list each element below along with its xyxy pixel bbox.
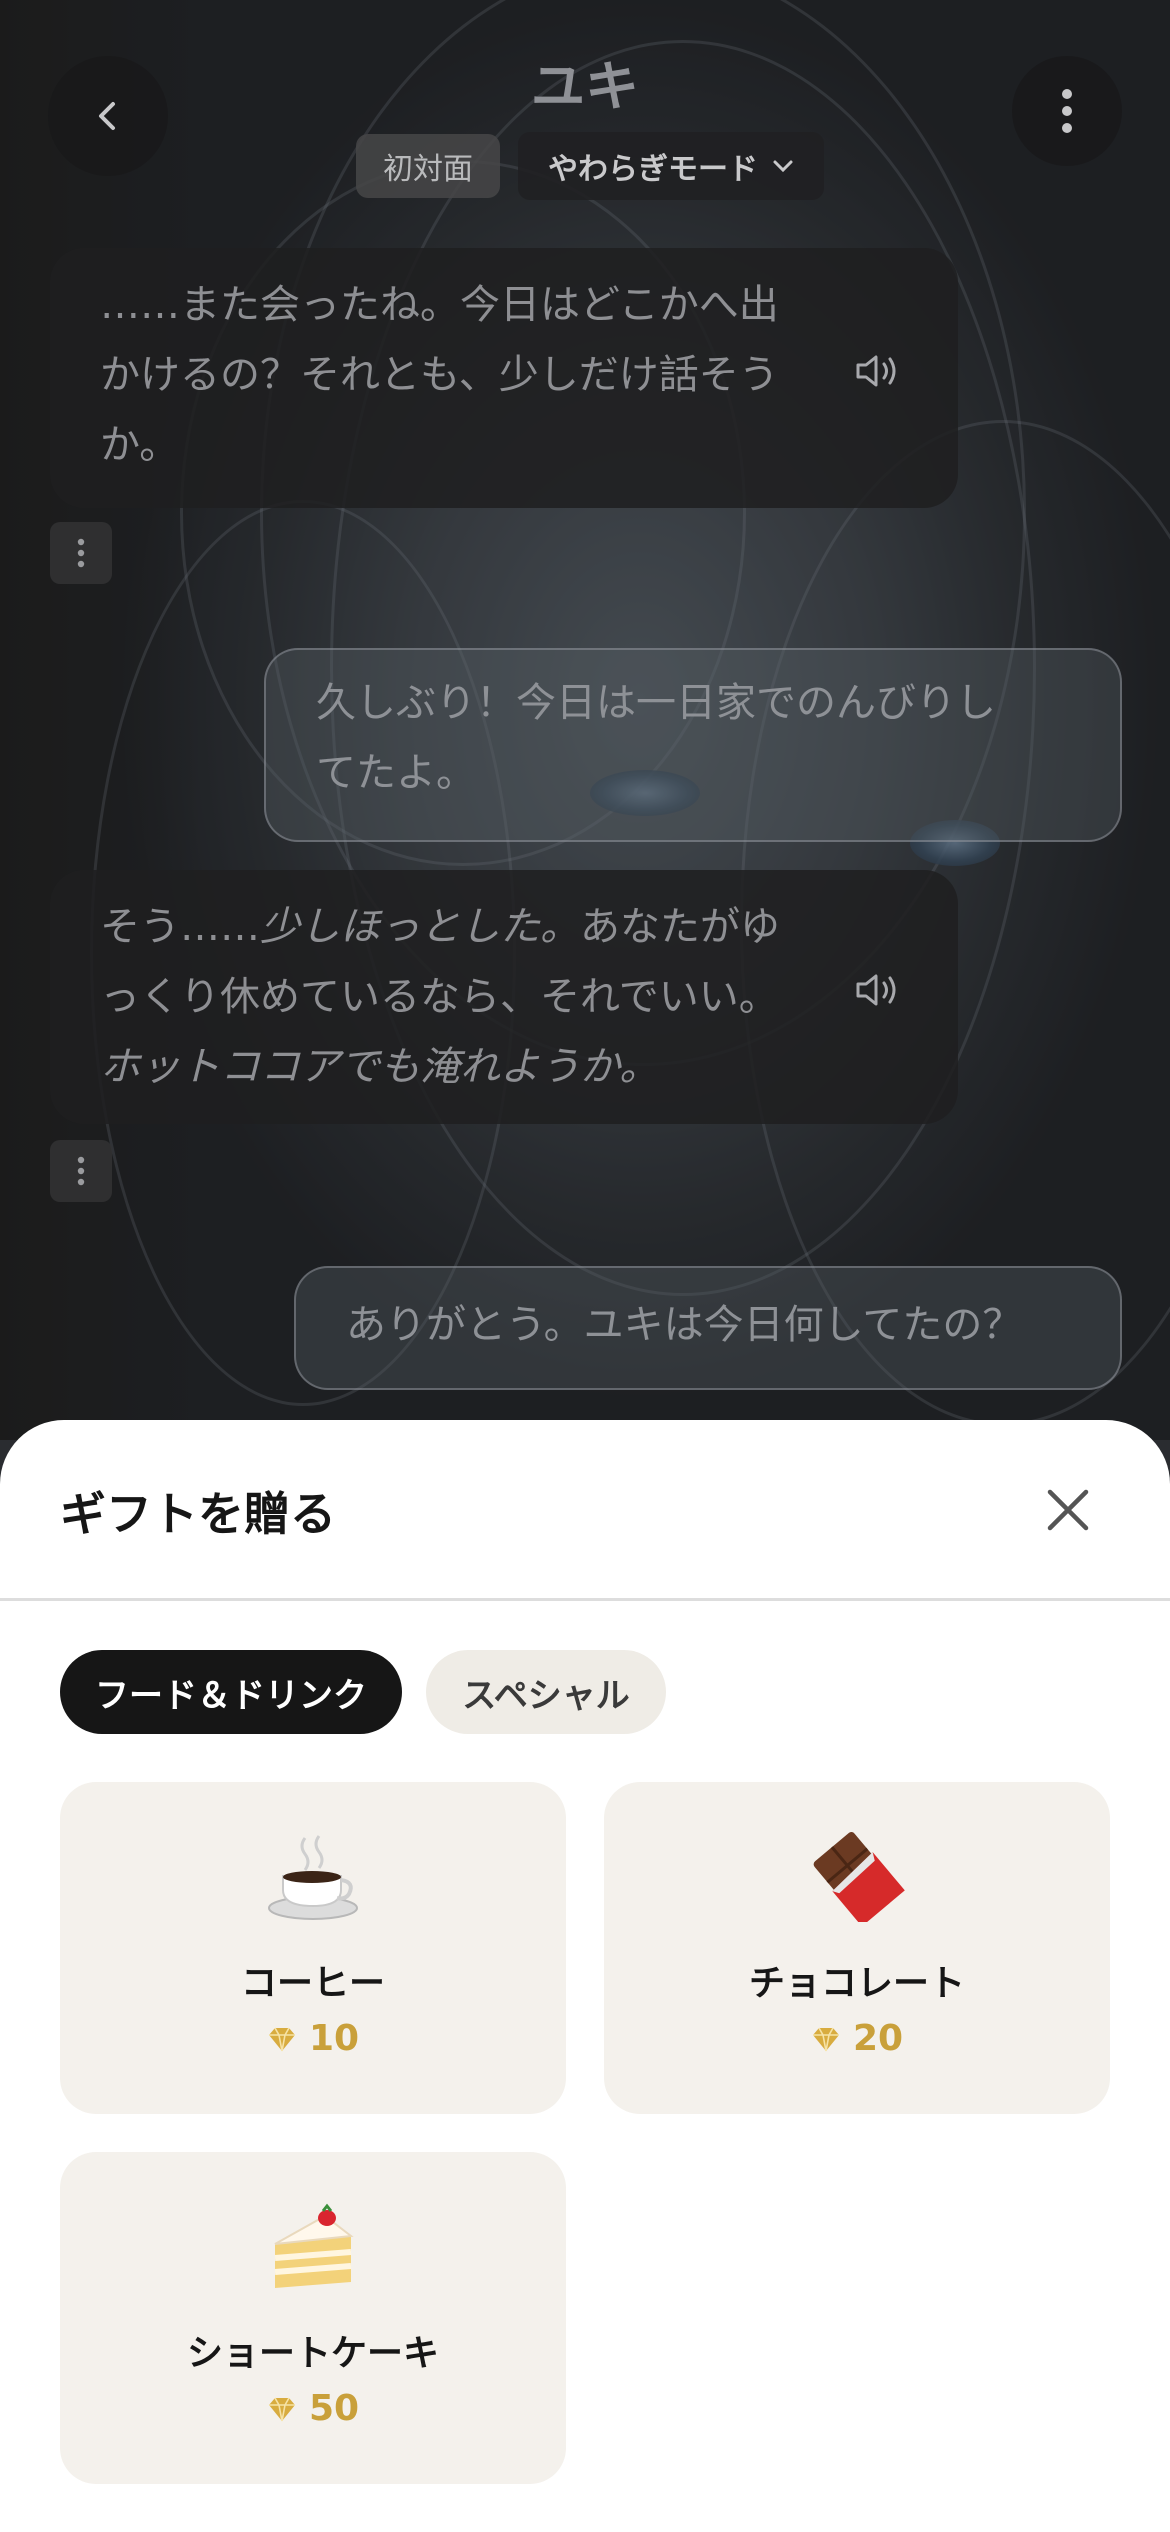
gem-icon [268,2397,295,2421]
more-vertical-icon [77,538,85,568]
gift-item-chocolate[interactable]: チョコレート 20 [604,1782,1110,2114]
speaker-icon [856,974,896,1006]
gift-price: 50 [60,2388,566,2429]
gift-item-coffee[interactable]: コーヒー 10 [60,1782,566,2114]
relationship-chip: 初対面 [356,134,500,198]
close-icon [1047,1489,1089,1531]
character-name: ユキ [531,55,639,118]
gift-name: コーヒー [240,1963,385,2004]
user-message-1: 久しぶり！今日は一日家でのんびりし てたよ。 [264,648,1122,842]
chocolate-icon [813,1832,905,1922]
gem-icon [268,2027,295,2051]
gem-icon [812,2027,839,2051]
mode-label: やわらぎモード [548,152,758,187]
more-options-button[interactable] [1012,56,1122,166]
sheet-title: ギフトを贈る [60,1487,336,1541]
gift-name: ショートケーキ [186,2333,439,2374]
sheet-divider [0,1598,1170,1601]
coffee-icon [268,1835,358,1920]
tab-special[interactable]: スペシャル [426,1650,666,1734]
more-vertical-icon [77,1156,85,1186]
user-message-2: ありがとう。ユキは今日何してたの？ [294,1266,1122,1390]
gift-item-shortcake[interactable]: ショートケーキ 50 [60,2152,566,2484]
ai-message-2: そう……少しほっとした。あなたがゆ っくり休めているなら、それでいい。 ホットコ… [50,870,958,1124]
gift-price: 10 [60,2018,566,2059]
speaker-icon [856,355,896,387]
mode-dropdown[interactable]: やわらぎモード [518,132,824,200]
gift-name: チョコレート [748,1963,965,2004]
ai-message-1: ……また会ったね。今日はどこかへ出 かけるの？それとも、少しだけ話そう か。 [50,248,958,508]
chevron-down-icon [773,160,793,173]
message-menu-button[interactable] [50,522,112,584]
tab-food-drink[interactable]: フード＆ドリンク [60,1650,402,1734]
play-voice-button[interactable] [854,343,902,413]
gift-price: 20 [604,2018,1110,2059]
shortcake-icon [274,2203,354,2288]
close-button[interactable] [1040,1482,1096,1538]
play-voice-button[interactable] [854,962,902,1032]
gift-bottom-sheet: ギフトを贈る フード＆ドリンク スペシャル コーヒー 10 チョコレート 20 … [0,1420,1170,2532]
more-vertical-icon [1062,89,1072,133]
message-menu-button[interactable] [50,1140,112,1202]
